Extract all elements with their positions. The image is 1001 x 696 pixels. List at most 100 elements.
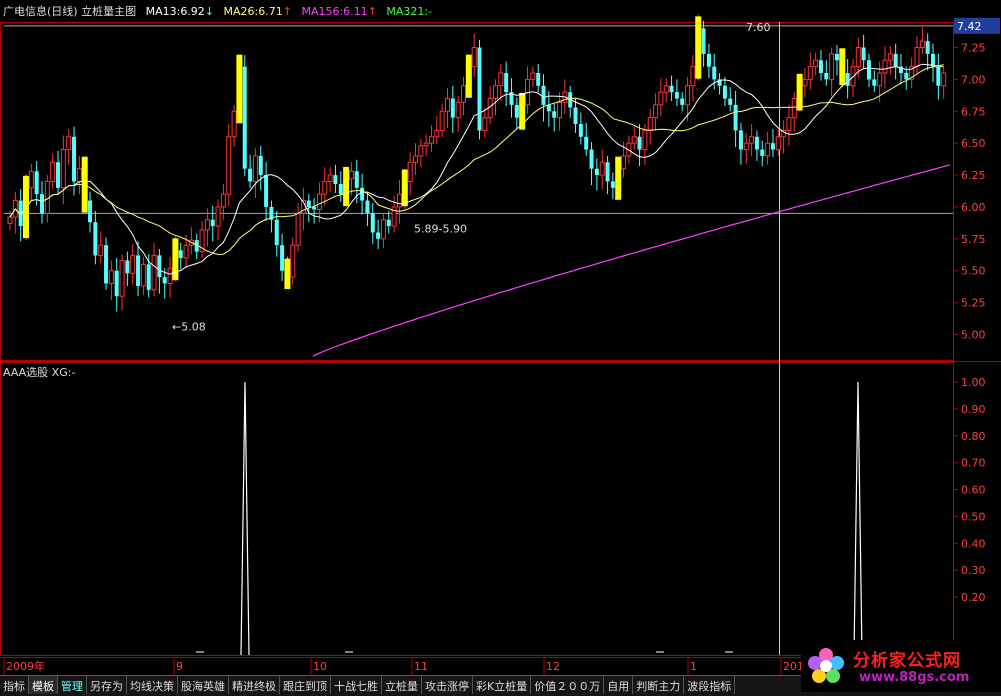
down-candle [242,66,247,169]
ma321-readout: MA321:- [386,5,433,18]
down-candle [738,130,743,150]
up-candle [167,267,173,284]
down-candle [210,219,215,227]
template-tab[interactable]: 彩K立桩量 [473,676,532,694]
up-candle [631,136,637,144]
up-candle [807,66,813,80]
template-tab[interactable]: 价值２００万 [531,676,605,694]
down-candle [514,104,519,118]
template-tab[interactable]: 精进终极 [229,676,280,694]
up-candle [919,40,925,49]
up-candle [882,59,888,74]
up-candle [877,72,883,87]
down-candle [834,53,839,61]
template-tab[interactable]: 跟庄到顶 [280,676,331,694]
up-candle [663,85,669,93]
down-candle [56,162,61,188]
up-candle [322,180,328,195]
down-candle [136,255,141,287]
down-candle [925,41,930,54]
indicator-legend: AAA选股 XG:- [3,366,76,379]
up-candle [396,193,402,208]
down-candle [178,250,183,258]
up-candle [647,117,653,131]
down-candle [376,232,381,239]
ma156-readout: MA156:6.11↑ [301,5,377,18]
down-candle [450,98,455,118]
template-tab[interactable]: 另存为 [87,676,127,694]
volume-pillar-bar [839,48,846,86]
template-tab[interactable]: 立桩量 [382,676,422,694]
up-candle [348,170,354,180]
down-candle [589,149,594,169]
template-tab[interactable]: 股海英雄 [178,676,229,694]
down-candle [504,73,509,93]
down-candle [306,200,311,207]
down-candle [845,73,850,86]
signal-spike [853,381,863,656]
template-tab[interactable]: 模板 [29,676,58,694]
down-candle [248,168,253,182]
down-candle [365,200,370,214]
up-candle [407,161,413,182]
down-candle [861,47,866,61]
up-candle [231,110,237,138]
up-candle [471,47,477,68]
template-tab[interactable]: 均线决策 [127,676,178,694]
price-tick-label: 7.25 [961,42,986,55]
volume-pillar-bar [284,258,291,290]
down-candle [728,98,733,105]
up-candle [791,98,797,119]
up-arrow-icon: ↑ [282,5,292,18]
down-candle [125,260,130,274]
down-candle [280,245,285,271]
down-candle [162,277,167,284]
template-tab[interactable]: 十战七胜 [331,676,382,694]
up-candle [829,53,835,80]
down-candle [680,98,685,105]
up-candle [316,193,322,210]
up-candle [786,117,792,131]
down-candle [552,111,557,118]
down-candle [354,171,359,188]
up-candle [658,91,664,106]
indicator-panel-border [0,362,954,656]
down-candle [904,73,909,80]
up-candle [765,142,771,157]
up-candle [7,216,13,225]
down-candle [360,187,365,201]
up-candle [434,129,440,138]
up-candle [428,136,434,144]
template-tab[interactable]: 自用 [604,676,634,694]
down-candle [541,85,546,105]
down-candle [770,143,775,150]
volume-pillar-bar [172,238,179,281]
price-tick-label: 6.50 [961,137,986,150]
template-tab[interactable]: 波段指标 [684,676,736,694]
down-candle [712,66,717,80]
volume-pillar-bar [465,54,472,98]
up-candle [439,110,445,131]
up-candle [76,168,82,182]
up-candle [914,47,920,68]
down-candle [872,79,877,86]
up-candle [498,72,504,87]
up-candle [813,59,819,68]
low-annotation: ←5.08 [172,321,206,334]
watermark-url: www.88gs.com [859,670,970,685]
up-candle [290,244,296,278]
down-candle [669,85,674,93]
up-candle [98,244,104,256]
down-arrow-icon: ↓ [204,5,215,18]
template-tab[interactable]: 攻击涨停 [422,676,473,694]
price-tick-label: 5.75 [961,233,986,246]
template-tab[interactable]: 管理 [58,676,87,694]
template-tab[interactable]: 判断主力 [633,676,685,694]
down-candle [312,206,317,210]
stock-chart[interactable]: 7.25 7.00 6.75 6.50 6.25 6.00 5.75 5.50 5.25 5.00… [0,0,1001,675]
up-candle [455,101,461,119]
down-candle [88,200,93,223]
up-candle [802,78,808,87]
down-candle [264,175,269,207]
template-tab[interactable]: 指标 [0,676,29,694]
